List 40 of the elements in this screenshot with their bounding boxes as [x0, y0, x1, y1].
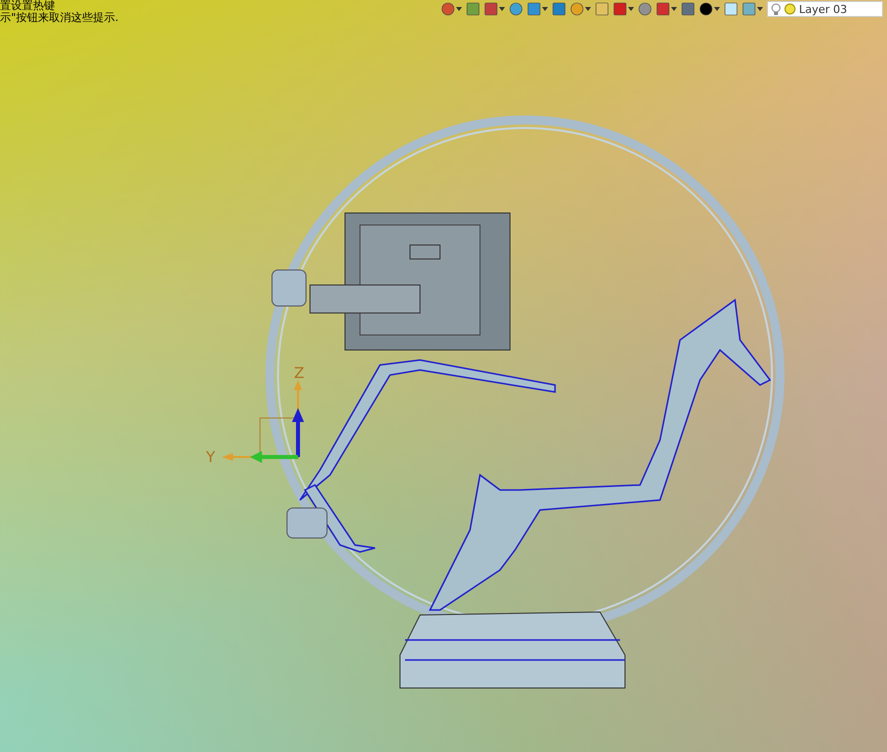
caret-icon — [628, 7, 634, 11]
layer-dropdown[interactable]: Layer 03 — [767, 1, 883, 17]
tool-icon — [552, 2, 566, 16]
toolbar-button[interactable] — [441, 1, 462, 17]
toolbar-button[interactable] — [570, 1, 591, 17]
toolbar-button[interactable] — [638, 1, 652, 17]
tool-icon — [742, 2, 756, 16]
hint-text: 示"按钮来取消这些提示. — [0, 12, 119, 24]
tool-icon — [724, 2, 738, 16]
caret-icon — [585, 7, 591, 11]
tool-icon — [441, 2, 455, 16]
tool-icon — [509, 2, 523, 16]
caret-icon — [671, 7, 677, 11]
tool-icon — [466, 2, 480, 16]
tool-icon — [656, 2, 670, 16]
toolbar-button[interactable] — [484, 1, 505, 17]
tool-icon — [699, 2, 713, 16]
toolbar-button[interactable] — [509, 1, 523, 17]
caret-icon — [542, 7, 548, 11]
tool-icon — [527, 2, 541, 16]
caret-icon — [499, 7, 505, 11]
axis-label: Y — [206, 448, 216, 466]
hint-text: 置设置热键 — [0, 0, 56, 12]
toolbar-button[interactable] — [656, 1, 677, 17]
tool-icon — [595, 2, 609, 16]
toolbar-button[interactable] — [613, 1, 634, 17]
3d-viewport[interactable]: Z Y 置设置热键 示"按钮来取消这些提示. Layer 03 — [0, 0, 887, 752]
tool-icon — [570, 2, 584, 16]
tool-icon — [484, 2, 498, 16]
toolbar-button[interactable] — [742, 1, 763, 17]
caret-icon — [757, 7, 763, 11]
tool-icon — [613, 2, 627, 16]
lightbulb-icon — [771, 3, 781, 15]
tool-icon — [638, 2, 652, 16]
toolbar-button[interactable] — [527, 1, 548, 17]
tool-icon — [681, 2, 695, 16]
caret-icon — [456, 7, 462, 11]
toolbar-button[interactable] — [699, 1, 720, 17]
caret-icon — [714, 7, 720, 11]
axis-label: Z — [294, 364, 304, 382]
